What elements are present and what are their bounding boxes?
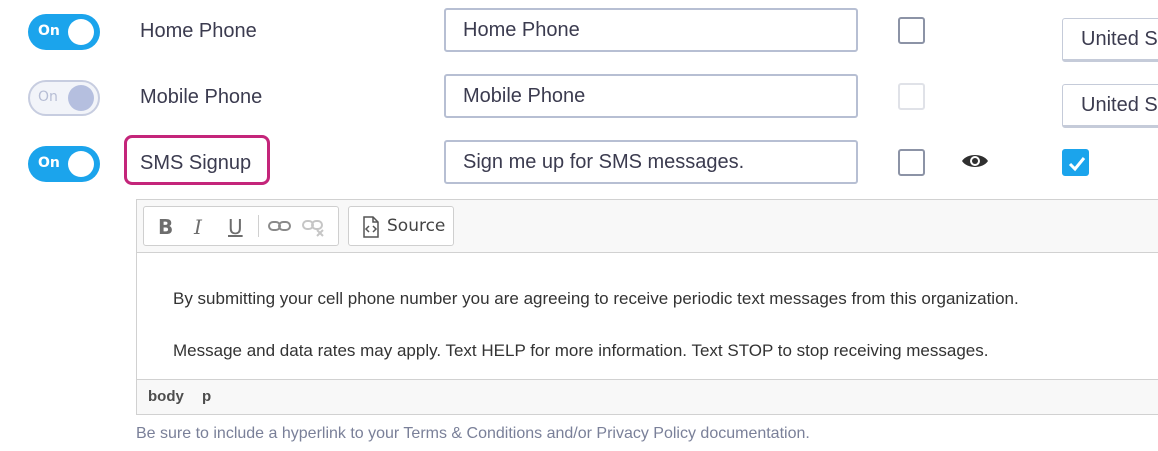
editor-content-area[interactable]: By submitting your cell phone number you… bbox=[137, 252, 1158, 380]
mobile-phone-country-select[interactable]: United S bbox=[1062, 84, 1158, 128]
toggle-label: On bbox=[38, 89, 58, 105]
basic-styles-toolbar: B I U bbox=[143, 206, 339, 246]
toolbar-separator bbox=[258, 215, 259, 237]
bold-button[interactable]: B bbox=[158, 215, 173, 239]
source-label: Source bbox=[387, 216, 446, 236]
home-phone-label: Home Phone bbox=[140, 20, 257, 42]
link-icon[interactable] bbox=[268, 218, 292, 238]
field-row-home-phone: On Home Phone Home Phone United S bbox=[0, 8, 1158, 62]
element-path-body[interactable]: body bbox=[148, 388, 184, 405]
element-path-p[interactable]: p bbox=[202, 388, 211, 405]
sms-signup-label: SMS Signup bbox=[140, 152, 252, 174]
mobile-phone-label: Mobile Phone bbox=[140, 86, 263, 108]
source-icon bbox=[362, 216, 380, 242]
helper-text: Be sure to include a hyperlink to your T… bbox=[136, 425, 810, 442]
italic-button[interactable]: I bbox=[194, 215, 202, 239]
toggle-knob bbox=[68, 85, 94, 111]
mobile-phone-label-input[interactable]: Mobile Phone bbox=[444, 74, 858, 118]
home-phone-toggle[interactable]: On bbox=[28, 14, 100, 50]
unlink-icon bbox=[302, 218, 326, 242]
checkmark-icon bbox=[1068, 157, 1086, 172]
sms-signup-label-input[interactable]: Sign me up for SMS messages. bbox=[444, 140, 858, 184]
editor-paragraph: Message and data rates may apply. Text H… bbox=[173, 341, 989, 360]
eye-icon[interactable] bbox=[961, 152, 989, 174]
underline-button[interactable]: U bbox=[228, 215, 243, 239]
sms-disclaimer-editor: B I U Source By submitting your cell pho… bbox=[136, 199, 1158, 415]
toggle-knob bbox=[68, 19, 94, 45]
toggle-knob bbox=[68, 151, 94, 177]
editor-paragraph: By submitting your cell phone number you… bbox=[173, 289, 1019, 308]
toggle-label: On bbox=[38, 155, 60, 171]
home-phone-label-input[interactable]: Home Phone bbox=[444, 8, 858, 52]
sms-signup-required-checkbox[interactable] bbox=[898, 149, 925, 176]
sms-signup-checked-checkbox[interactable] bbox=[1062, 149, 1089, 176]
home-phone-required-checkbox[interactable] bbox=[898, 17, 925, 44]
field-row-mobile-phone: On Mobile Phone Mobile Phone United S bbox=[0, 74, 1158, 128]
sms-signup-toggle[interactable]: On bbox=[28, 146, 100, 182]
home-phone-country-select[interactable]: United S bbox=[1062, 18, 1158, 62]
field-row-sms-signup: On SMS Signup Sign me up for SMS message… bbox=[0, 135, 1158, 192]
source-button[interactable]: Source bbox=[348, 206, 454, 246]
toggle-label: On bbox=[38, 23, 60, 39]
mobile-phone-toggle[interactable]: On bbox=[28, 80, 100, 116]
mobile-phone-required-checkbox bbox=[898, 83, 925, 110]
